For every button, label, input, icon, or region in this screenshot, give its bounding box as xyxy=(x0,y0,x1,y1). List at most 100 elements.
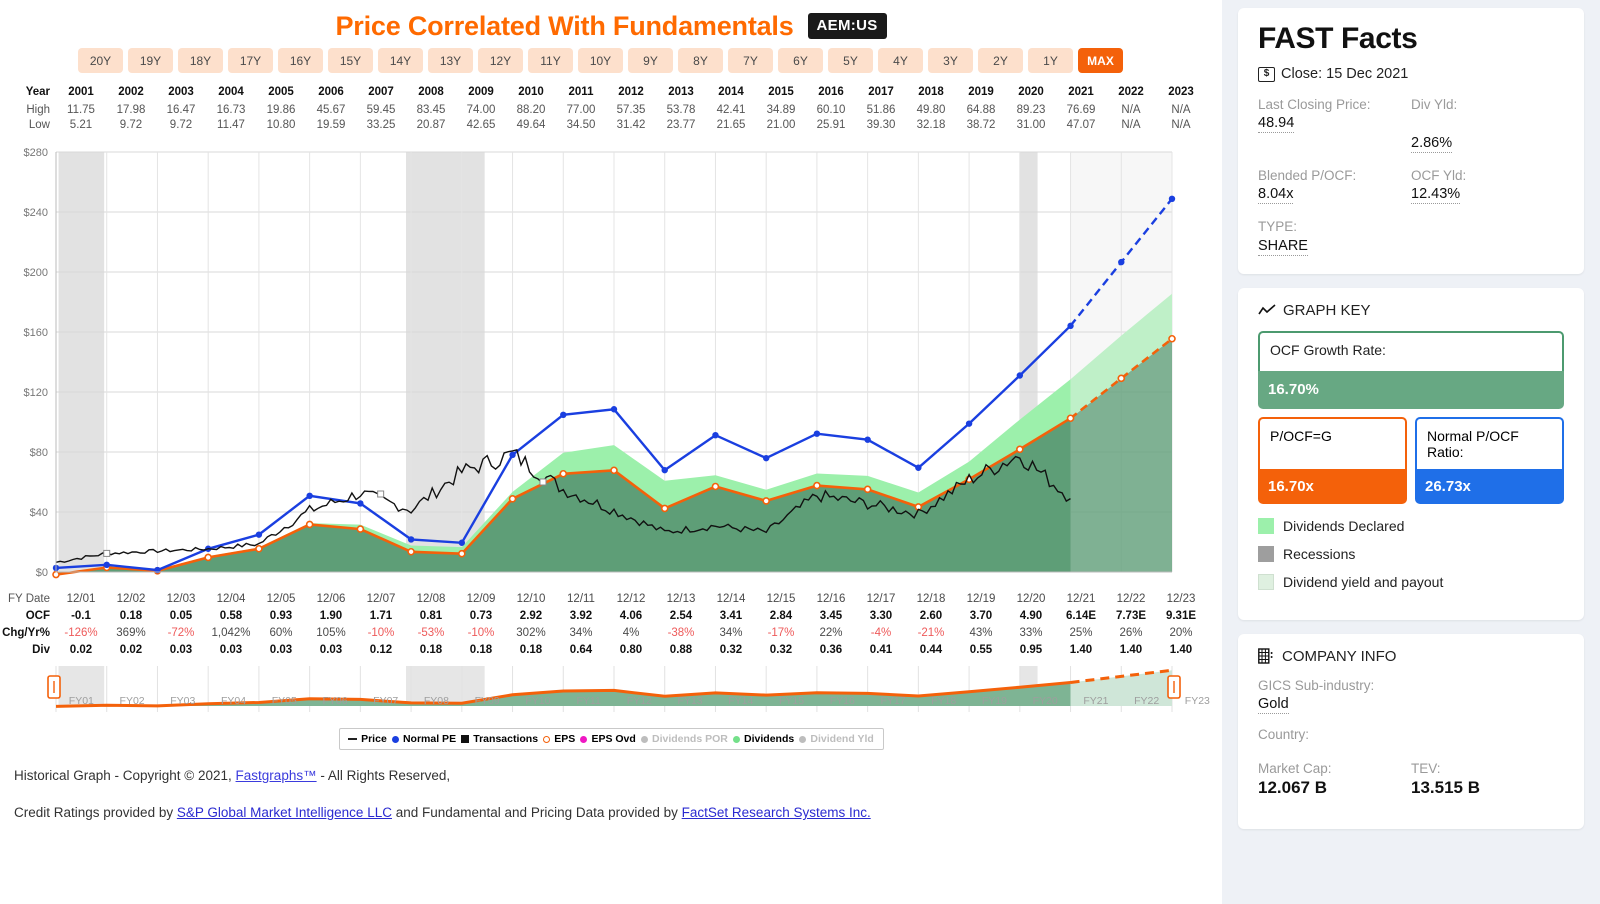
period-button-2y[interactable]: 2Y xyxy=(978,48,1023,73)
period-button-4y[interactable]: 4Y xyxy=(878,48,923,73)
navigator-label: FY19 xyxy=(982,695,1007,707)
price-table-cell: 49.80 xyxy=(916,103,946,116)
fundamentals-cell: 2.92 xyxy=(519,609,543,622)
legend-item-price[interactable]: Price xyxy=(348,733,387,745)
graph-key-swatch-label: Recessions xyxy=(1283,545,1356,562)
navigator-handle-left[interactable] xyxy=(47,675,61,699)
price-table-cell: 2001 xyxy=(68,85,94,98)
fundamentals-cell: 0.81 xyxy=(419,609,443,622)
sp-global-link[interactable]: S&P Global Market Intelligence LLC xyxy=(177,805,392,820)
legend-item-dividends-por[interactable]: Dividends POR xyxy=(640,733,728,745)
normal-pe-point xyxy=(1016,372,1024,379)
period-selector[interactable]: 20Y 19Y 18Y 17Y 16Y 15Y 14Y 13Y 12Y 11Y 10Y 9Y 8Y 7Y 6… xyxy=(0,44,1222,78)
legend-item-eps-ovd[interactable]: EPS Ovd xyxy=(580,733,636,745)
period-button-9y[interactable]: 9Y xyxy=(628,48,673,73)
factset-link[interactable]: FactSet Research Systems Inc. xyxy=(682,805,871,820)
period-button-19y[interactable]: 19Y xyxy=(128,48,173,73)
price-high-low-table: Year 2001 2002 2003 2004 2005 2006 2007 2008 2009… xyxy=(0,78,1222,132)
fundamentals-cell: 33% xyxy=(1019,626,1043,639)
graph-key-swatch-row: Dividends Declared xyxy=(1258,517,1564,534)
period-button-max[interactable]: MAX xyxy=(1078,48,1123,73)
legend-item-transactions[interactable]: Transactions xyxy=(461,733,538,745)
navigator-svg[interactable]: FY01 FY02 FY03 FY04 FY05 FY06 FY07 FY08 FY09 FY10… xyxy=(0,662,1222,718)
period-button-6y[interactable]: 6Y xyxy=(778,48,823,73)
price-table-cell: 11.75 xyxy=(67,103,95,116)
period-button-10y[interactable]: 10Y xyxy=(578,48,623,73)
fundamentals-cell: 0.32 xyxy=(769,643,793,656)
price-table-row-label: Year xyxy=(25,85,50,98)
period-button-17y[interactable]: 17Y xyxy=(228,48,273,73)
period-button-13y[interactable]: 13Y xyxy=(428,48,473,73)
price-table-cell: 47.07 xyxy=(1066,118,1096,131)
eps-point xyxy=(813,481,821,490)
price-chart[interactable]: $0 $40 $80 $120 $160 $200 $240 $280 xyxy=(0,138,1222,588)
price-table-cell: 83.45 xyxy=(416,103,446,116)
legend-item-normal-pe[interactable]: Normal PE xyxy=(391,733,456,745)
color-swatch-icon xyxy=(1258,573,1274,590)
price-table-row: High 11.75 17.98 16.47 16.73 19.86 45.67 59.45 8… xyxy=(0,102,1222,117)
price-table-cell: 2017 xyxy=(868,85,894,98)
period-button-20y[interactable]: 20Y xyxy=(78,48,123,73)
fundamentals-cell: 12/11 xyxy=(567,592,595,605)
fundamentals-cell: 4.90 xyxy=(1019,609,1043,622)
fundamentals-cell: 1.40 xyxy=(1119,643,1143,656)
period-button-12y[interactable]: 12Y xyxy=(478,48,523,73)
price-table-cell: N/A xyxy=(1171,103,1191,116)
fundamentals-row: FY Date 12/01 12/02 12/03 12/04 12/05 12/06 12/… xyxy=(0,590,1222,607)
transaction-marker[interactable] xyxy=(539,478,547,486)
period-button-1y[interactable]: 1Y xyxy=(1028,48,1073,73)
fundamentals-cell: 0.02 xyxy=(69,643,93,656)
chart-legend[interactable]: Price Normal PE Transactions EPS EPS Ovd Divi… xyxy=(338,728,884,750)
fundamentals-row-label: FY Date xyxy=(8,592,50,605)
company-field-value: 13.515 B xyxy=(1411,778,1480,798)
fundamentals-cell: 25% xyxy=(1069,626,1093,639)
fundamentals-cell: 3.41 xyxy=(719,609,743,622)
price-chart-svg[interactable]: $0 $40 $80 $120 $160 $200 $240 $280 xyxy=(0,138,1222,588)
legend-label: Price xyxy=(361,733,387,745)
fundamentals-cell: 2.54 xyxy=(669,609,693,622)
company-info-heading: COMPANY INFO xyxy=(1258,648,1564,665)
fundamentals-cell: 0.18 xyxy=(519,643,543,656)
chart-range-navigator[interactable]: FY01 FY02 FY03 FY04 FY05 FY06 FY07 FY08 FY09 FY10… xyxy=(0,662,1222,718)
navigator-handle-right[interactable] xyxy=(1167,675,1181,699)
fact-label: Last Closing Price: xyxy=(1258,97,1371,112)
navigator-label: FY11 xyxy=(576,695,600,707)
normal-pe-point xyxy=(915,464,922,471)
price-table-cell: 2004 xyxy=(218,85,244,98)
legend-marker-icon xyxy=(391,735,399,743)
normal-pe-point xyxy=(762,454,770,462)
period-button-18y[interactable]: 18Y xyxy=(178,48,223,73)
legend-item-dividend-yld[interactable]: Dividend Yld xyxy=(799,733,874,745)
period-button-15y[interactable]: 15Y xyxy=(328,48,373,73)
legend-item-dividends[interactable]: Dividends xyxy=(733,733,794,745)
fundamentals-cell: -10% xyxy=(367,626,395,639)
fundamentals-cell: 12/18 xyxy=(916,592,946,605)
period-button-14y[interactable]: 14Y xyxy=(378,48,423,73)
fundamentals-cell: 26% xyxy=(1119,626,1143,639)
fundamentals-row: Chg/Yr% -126% 369% -72% 1,042% 60% 105% -10% -53… xyxy=(0,624,1222,641)
navigator-label: FY03 xyxy=(170,695,195,707)
period-button-16y[interactable]: 16Y xyxy=(278,48,323,73)
period-button-5y[interactable]: 5Y xyxy=(828,48,873,73)
transaction-marker[interactable] xyxy=(377,490,385,498)
period-button-11y[interactable]: 11Y xyxy=(528,48,573,73)
fundamentals-cell: 12/04 xyxy=(216,592,246,605)
copyright-line: Historical Graph - Copyright © 2021, Fas… xyxy=(14,768,1222,783)
period-button-3y[interactable]: 3Y xyxy=(928,48,973,73)
legend-marker-icon xyxy=(799,735,807,743)
period-button-8y[interactable]: 8Y xyxy=(678,48,723,73)
graph-key-card: GRAPH KEY OCF Growth Rate: 16.70% P/OCF=… xyxy=(1238,287,1584,620)
fastgraphs-link[interactable]: Fastgraphs™ xyxy=(236,768,317,783)
fundamentals-cell: 369% xyxy=(116,626,146,639)
transaction-marker[interactable] xyxy=(103,549,111,557)
fundamentals-cell: 12/06 xyxy=(316,592,346,605)
navigator-label: FY05 xyxy=(272,695,297,707)
fundamentals-cell: 0.03 xyxy=(169,643,193,656)
fundamentals-cell: 60% xyxy=(269,626,293,639)
period-button-7y[interactable]: 7Y xyxy=(728,48,773,73)
graph-key-swatch-label: Dividends Declared xyxy=(1283,517,1405,534)
fundamentals-cell: 12/14 xyxy=(716,592,746,605)
data-credits-line: Credit Ratings provided by S&P Global Ma… xyxy=(14,805,1222,820)
legend-label: EPS xyxy=(554,733,576,745)
legend-item-eps[interactable]: EPS xyxy=(543,733,575,745)
